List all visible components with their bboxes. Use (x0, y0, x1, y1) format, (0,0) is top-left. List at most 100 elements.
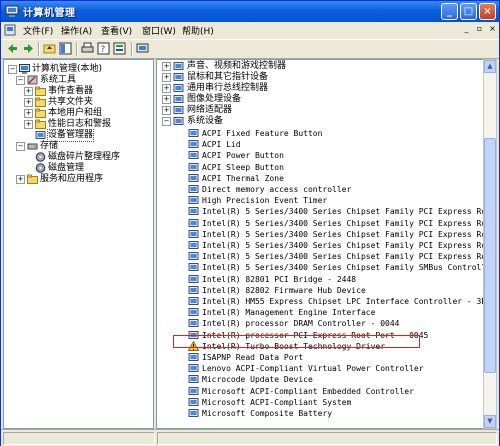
child-restore-button[interactable]: ▫ (474, 23, 485, 34)
device-item[interactable]: Microsoft ACPI-Compliant System (157, 397, 482, 408)
show-hide-console-tree-icon[interactable] (59, 42, 72, 55)
tree-item[interactable]: 设备管理器 (4, 129, 152, 142)
device-item-label: Microcode Update Device (202, 375, 313, 385)
system-device-icon (188, 196, 199, 205)
scroll-thumb[interactable] (484, 138, 496, 373)
tree-item[interactable]: − 系统工具 (4, 75, 152, 86)
tree-item-label: 性能日志和警报 (48, 119, 112, 129)
device-category[interactable]: − 系统设备 (157, 116, 482, 127)
device-category[interactable]: + 通用串行总线控制器 (157, 83, 482, 94)
expand-icon[interactable]: + (24, 87, 33, 96)
device-item[interactable]: Intel(R) 5 Series/3400 Series Chipset Fa… (157, 229, 484, 240)
expand-icon[interactable]: + (24, 109, 33, 118)
device-item[interactable]: Intel(R) 5 Series/3400 Series Chipset Fa… (157, 240, 484, 251)
menu-window[interactable]: 窗口(W) (142, 24, 176, 37)
device-item[interactable]: Intel(R) 5 Series/3400 Series Chipset Fa… (157, 262, 484, 273)
child-minimize-button[interactable]: _ (461, 23, 472, 34)
title-bar[interactable]: 计算机管理 _ □ × (1, 1, 499, 22)
device-item[interactable]: Microsoft Composite Battery (157, 408, 482, 419)
tree-item[interactable]: + 共享文件夹 (4, 97, 152, 108)
device-category[interactable]: + 声音、视频和游戏控制器 (157, 61, 482, 72)
users-groups-icon (35, 108, 46, 118)
device-item[interactable]: Intel(R) 5 Series/3400 Series Chipset Fa… (157, 218, 484, 229)
system-device-icon (188, 252, 199, 261)
device-list-pane[interactable]: + 声音、视频和游戏控制器 + 鼠标和其它指针设备 + 通用串行总线控制器 + 图像处理设备 +… (156, 59, 485, 429)
scroll-up-arrow[interactable]: ▲ (484, 60, 496, 73)
expand-icon[interactable]: + (24, 120, 33, 129)
menu-help[interactable]: 帮助(H) (182, 24, 214, 37)
minimize-button[interactable]: _ (441, 3, 458, 20)
device-item-label: ACPI Fixed Feature Button (202, 129, 323, 138)
expand-icon[interactable]: + (162, 73, 171, 82)
system-device-icon (188, 218, 199, 227)
device-item[interactable]: Intel(R) processor DRAM Controller - 004… (157, 318, 482, 329)
tree-item-label: 本地用户和组 (48, 108, 103, 118)
tree-item-label: 事件查看器 (48, 86, 94, 96)
expand-icon[interactable]: + (162, 62, 171, 71)
print-icon[interactable] (81, 42, 94, 55)
device-item[interactable]: ACPI Fixed Feature Button (157, 128, 482, 139)
device-item[interactable]: ACPI Power Button (157, 150, 482, 161)
device-item[interactable]: ISAPNP Read Data Port (157, 352, 482, 363)
device-item[interactable]: Intel(R) 82801 PCI Bridge - 2448 (157, 274, 482, 285)
device-item[interactable]: Microcode Update Device (157, 374, 482, 385)
tree-item[interactable]: − 计算机管理(本地) (4, 64, 152, 75)
forward-arrow-icon[interactable] (22, 42, 35, 55)
scroll-down-arrow[interactable]: ▼ (484, 415, 496, 428)
collapse-icon[interactable]: − (16, 76, 25, 85)
device-item[interactable]: ACPI Lid (157, 139, 482, 150)
tree-item[interactable]: 磁盘碎片整理程序 (4, 152, 152, 163)
window-title: 计算机管理 (23, 8, 76, 19)
close-button[interactable]: × (479, 3, 496, 20)
menu-view[interactable]: 查看(V) (101, 24, 132, 37)
help-icon[interactable]: ? (97, 42, 110, 55)
expand-icon[interactable]: + (162, 95, 171, 104)
device-item[interactable]: Lenovo ACPI-Compliant Virtual Power Cont… (157, 363, 482, 374)
device-item[interactable]: Intel(R) Management Engine Interface (157, 307, 482, 318)
device-item[interactable]: Intel(R) 5 Series/3400 Series Chipset Fa… (157, 206, 484, 217)
tree-item-label: 服务和应用程序 (40, 174, 104, 184)
child-close-button[interactable]: × (487, 23, 498, 34)
device-item[interactable]: Direct memory access controller (157, 184, 482, 195)
device-item[interactable]: Microsoft ACPI-Compliant Embedded Contro… (157, 386, 482, 397)
menu-action[interactable]: 操作(A) (61, 24, 92, 37)
tree-item[interactable]: + 服务和应用程序 (4, 174, 152, 185)
svg-text:?: ? (101, 45, 106, 55)
mmc-document-icon[interactable] (4, 24, 16, 36)
expand-icon[interactable]: + (162, 84, 171, 93)
device-item[interactable]: Intel(R) 5 Series/3400 Series Chipset Fa… (157, 251, 484, 262)
vertical-scrollbar[interactable]: ▲ ▼ (483, 59, 497, 429)
expand-icon[interactable]: + (162, 106, 171, 115)
collapse-icon[interactable]: − (8, 65, 17, 74)
scan-hardware-icon[interactable] (136, 42, 149, 55)
device-item-label: Microsoft Composite Battery (202, 409, 333, 418)
device-category-label: 通用串行总线控制器 (187, 83, 269, 93)
tree-item[interactable]: − 存储 (4, 141, 152, 152)
up-level-icon[interactable] (43, 42, 56, 55)
menu-file[interactable]: 文件(F) (23, 24, 53, 37)
properties-icon[interactable] (113, 42, 126, 55)
tree-item[interactable]: + 本地用户和组 (4, 108, 152, 119)
device-item[interactable]: High Precision Event Timer (157, 195, 482, 206)
disk-management-icon (35, 163, 46, 173)
tree-item[interactable]: + 事件查看器 (4, 86, 152, 97)
status-cell (157, 432, 497, 445)
tree-item[interactable]: 磁盘管理 (4, 163, 152, 174)
device-item[interactable]: ACPI Sleep Button (157, 162, 482, 173)
tree-item[interactable]: + 性能日志和警报 (4, 119, 152, 130)
collapse-icon[interactable]: − (162, 117, 171, 126)
device-category[interactable]: + 网络适配器 (157, 105, 482, 116)
expand-icon[interactable]: + (16, 175, 25, 184)
expand-icon[interactable]: + (24, 98, 33, 107)
device-item[interactable]: Intel(R) HM55 Express Chipset LPC Interf… (157, 296, 484, 307)
device-category[interactable]: + 鼠标和其它指针设备 (157, 72, 482, 83)
maximize-button[interactable]: □ (460, 3, 477, 20)
device-manager-icon (35, 131, 46, 139)
device-category[interactable]: + 图像处理设备 (157, 94, 482, 105)
device-item[interactable]: ACPI Thermal Zone (157, 173, 482, 184)
device-item-label: ACPI Sleep Button (202, 162, 284, 172)
device-item[interactable]: Intel(R) 82802 Firmware Hub Device (157, 285, 482, 296)
collapse-icon[interactable]: − (16, 142, 25, 151)
console-tree-pane[interactable]: − 计算机管理(本地) − 系统工具 + 事件查看器 + 共享文件夹 + 本地用户和组 + 性能日志和… (3, 59, 154, 429)
back-arrow-icon[interactable] (6, 42, 19, 55)
